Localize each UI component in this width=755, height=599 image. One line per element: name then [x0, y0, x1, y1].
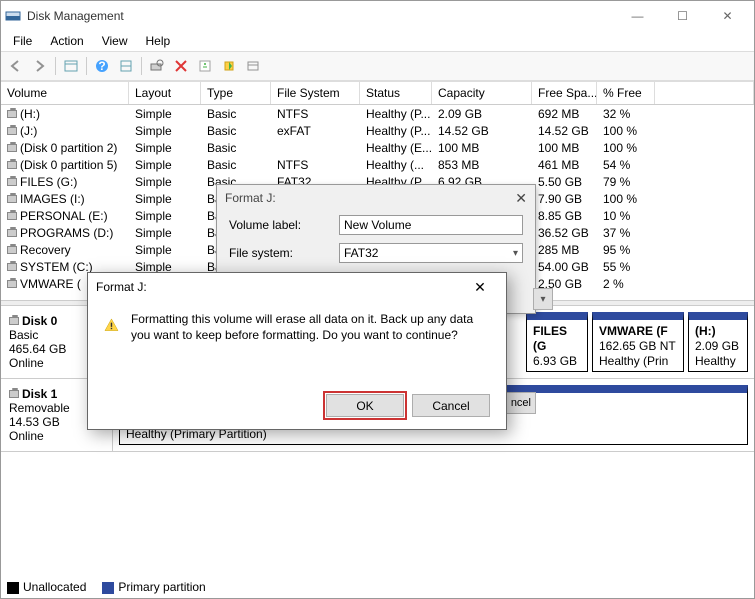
volume-row[interactable]: (J:)SimpleBasicexFATHealthy (P...14.52 G… [1, 122, 754, 139]
partition-size: 162.65 GB NT [599, 339, 676, 353]
disk0-state: Online [9, 356, 44, 370]
forward-button[interactable] [29, 55, 51, 77]
properties-button[interactable] [194, 55, 216, 77]
volume-list-header: Volume Layout Type File System Status Ca… [1, 82, 754, 105]
filesystem-label: File system: [229, 246, 329, 260]
volume-row[interactable]: (Disk 0 partition 5)SimpleBasicNTFSHealt… [1, 156, 754, 173]
disk0-size: 465.64 GB [9, 342, 66, 356]
col-spacer [655, 82, 754, 104]
partition-title: (H:) [695, 324, 716, 338]
settings-button[interactable] [242, 55, 264, 77]
volume-row[interactable]: (H:)SimpleBasicNTFSHealthy (P...2.09 GB6… [1, 105, 754, 122]
col-type[interactable]: Type [201, 82, 271, 104]
partition-title: VMWARE (F [599, 324, 668, 338]
partition-status: Healthy (Prin [599, 354, 668, 368]
volume-label-label: Volume label: [229, 218, 329, 232]
partition-size: 6.93 GB F [533, 354, 577, 372]
partition-title: FILES (G [533, 324, 567, 353]
help-button[interactable]: ? [91, 55, 113, 77]
close-button[interactable]: ✕ [705, 2, 750, 30]
format-confirm-dialog: Format J: ✕ Formatting this volume will … [87, 272, 507, 430]
format-dialog-titlebar: Format J: ✕ [217, 185, 535, 211]
legend-primary: Primary partition [102, 580, 205, 594]
col-pctfree[interactable]: % Free [597, 82, 655, 104]
dialog-titlebar[interactable]: Format J: ✕ [88, 273, 506, 301]
window-title: Disk Management [27, 9, 615, 23]
titlebar: Disk Management — ☐ ✕ [1, 1, 754, 31]
menu-action[interactable]: Action [42, 32, 91, 50]
volume-row[interactable]: (Disk 0 partition 2)SimpleBasicHealthy (… [1, 139, 754, 156]
dialog-title: Format J: [96, 280, 147, 294]
col-capacity[interactable]: Capacity [432, 82, 532, 104]
menu-view[interactable]: View [94, 32, 136, 50]
disk1-name: Disk 1 [22, 387, 57, 401]
ok-button[interactable]: OK [326, 394, 404, 417]
menubar: File Action View Help [1, 31, 754, 51]
menu-file[interactable]: File [5, 32, 40, 50]
disk-icon [9, 390, 19, 398]
chevron-down-icon: ▾ [513, 248, 518, 259]
warning-icon [104, 311, 119, 339]
disk1-type: Removable [9, 401, 70, 415]
partition-box[interactable]: (H:) 2.09 GB Healthy [688, 312, 748, 372]
rescan-disks-button[interactable] [146, 55, 168, 77]
disk0-name: Disk 0 [22, 314, 57, 328]
show-hide-console-button[interactable] [60, 55, 82, 77]
dialog-message: Formatting this volume will erase all da… [131, 311, 490, 343]
partition-size: 2.09 GB [695, 339, 739, 353]
toolbar: ? [1, 51, 754, 81]
close-icon[interactable]: ✕ [515, 190, 527, 207]
allocation-combo-fragment[interactable]: ▾ [533, 288, 553, 310]
cancel-button[interactable]: Cancel [412, 394, 490, 417]
col-status[interactable]: Status [360, 82, 432, 104]
col-filesystem[interactable]: File System [271, 82, 360, 104]
minimize-button[interactable]: — [615, 2, 660, 30]
delete-button[interactable] [170, 55, 192, 77]
disk-icon [9, 317, 19, 325]
disk1-size: 14.53 GB [9, 415, 60, 429]
legend-unallocated: Unallocated [7, 580, 86, 594]
disk1-state: Online [9, 429, 44, 443]
maximize-button[interactable]: ☐ [660, 2, 705, 30]
legend: Unallocated Primary partition [7, 580, 206, 594]
refresh-button[interactable] [115, 55, 137, 77]
volume-label-input[interactable] [339, 215, 523, 235]
action-button[interactable] [218, 55, 240, 77]
back-button[interactable] [5, 55, 27, 77]
menu-help[interactable]: Help [138, 32, 179, 50]
partition-box[interactable]: VMWARE (F 162.65 GB NT Healthy (Prin [592, 312, 684, 372]
disk0-type: Basic [9, 328, 38, 342]
col-layout[interactable]: Layout [129, 82, 201, 104]
col-free[interactable]: Free Spa... [532, 82, 597, 104]
col-volume[interactable]: Volume [1, 82, 129, 104]
filesystem-combo[interactable]: FAT32 ▾ [339, 243, 523, 263]
dialog-close-button[interactable]: ✕ [462, 279, 498, 296]
partition-box[interactable]: FILES (G 6.93 GB F Healthy ( [526, 312, 588, 372]
svg-text:?: ? [98, 59, 105, 73]
filesystem-value: FAT32 [344, 246, 378, 260]
partition-status: Healthy [695, 354, 736, 368]
disk-mgmt-icon [5, 8, 21, 24]
format-dialog-title: Format J: [225, 191, 276, 205]
